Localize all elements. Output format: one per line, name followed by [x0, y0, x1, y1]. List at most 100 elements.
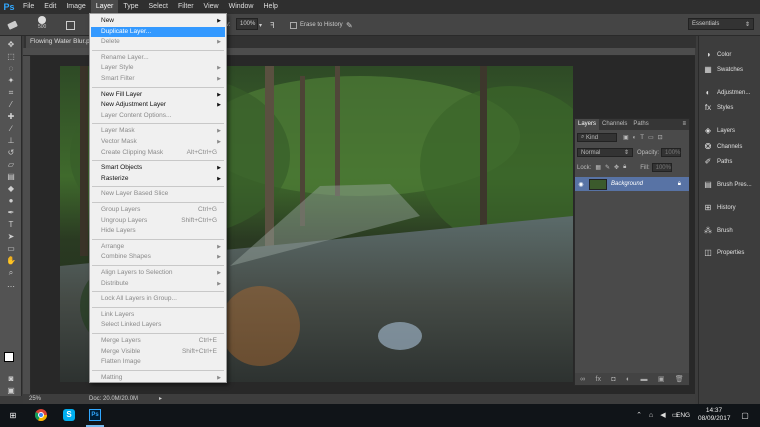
new-layer-icon[interactable]: ▣: [658, 375, 665, 383]
visibility-eye-icon[interactable]: ◉: [575, 181, 587, 188]
menu-item-flatten-image[interactable]: Flatten Image: [91, 357, 225, 367]
menu-item-smart-filter[interactable]: Smart Filter ▶: [91, 74, 225, 84]
lock-all-icon[interactable]: 🔒︎: [623, 164, 626, 171]
menu-item-layer-mask[interactable]: Layer Mask ▶: [91, 126, 225, 136]
clock[interactable]: 14:37 08/09/2017: [698, 407, 731, 423]
dock-item-styles[interactable]: fx Styles: [703, 101, 759, 115]
erase-to-history-toggle[interactable]: Erase to History: [290, 18, 343, 32]
menu-item-rename-layer[interactable]: Rename Layer...: [91, 53, 225, 63]
eraser-tool-icon[interactable]: ▱: [5, 160, 17, 170]
menu-item-distribute[interactable]: Distribute ▶: [91, 279, 225, 289]
menu-view[interactable]: View: [199, 0, 224, 14]
dock-item-swatches[interactable]: ▦ Swatches: [703, 63, 759, 77]
quick-mask-icon[interactable]: ◙: [5, 374, 17, 384]
new-group-icon[interactable]: ▬: [641, 376, 648, 383]
menu-help[interactable]: Help: [259, 0, 283, 14]
lasso-tool-icon[interactable]: ◌: [5, 64, 17, 74]
menu-filter[interactable]: Filter: [173, 0, 199, 14]
workspace-switcher[interactable]: Essentials ⇕: [688, 18, 754, 30]
brush-panel-toggle-icon[interactable]: [66, 18, 75, 32]
blur-tool-icon[interactable]: ◆: [5, 184, 17, 194]
erase-to-history-checkbox[interactable]: [290, 21, 297, 29]
dock-item-layers[interactable]: ◈ Layers: [703, 124, 759, 138]
photoshop-taskbar-icon[interactable]: Ps: [88, 408, 102, 422]
menu-select[interactable]: Select: [144, 0, 173, 14]
skype-icon[interactable]: S: [62, 408, 76, 422]
lock-pixels-icon[interactable]: ✎: [605, 164, 610, 171]
menu-item-rasterize[interactable]: Rasterize ▶: [91, 174, 225, 184]
filter-pixel-icon[interactable]: ▣: [623, 134, 629, 141]
airbrush-icon[interactable]: ꟻ: [270, 18, 275, 32]
menu-item-select-linked-layers[interactable]: Select Linked Layers: [91, 320, 225, 330]
menu-item-matting[interactable]: Matting ▶: [91, 373, 225, 383]
more-tools-icon[interactable]: ⋯: [5, 282, 17, 292]
layer-name[interactable]: Background: [611, 181, 643, 187]
foreground-color-swatch[interactable]: [4, 352, 14, 362]
windows-start-icon[interactable]: ⊞: [6, 408, 20, 422]
menu-item-vector-mask[interactable]: Vector Mask ▶: [91, 137, 225, 147]
menu-file[interactable]: File: [18, 0, 39, 14]
layer-row-background[interactable]: ◉ Background 🔒︎: [575, 177, 689, 191]
brush-size-picker[interactable]: 500: [38, 16, 46, 30]
fill-input[interactable]: 100%: [651, 163, 672, 172]
dock-item-channels[interactable]: ❂ Channels: [703, 140, 759, 154]
new-adjustment-icon[interactable]: ◐: [626, 376, 630, 383]
link-layers-icon[interactable]: ∞: [580, 376, 585, 383]
dock-item-properties[interactable]: ◫ Properties: [703, 246, 759, 260]
move-tool-icon[interactable]: ✥: [5, 40, 17, 50]
healing-brush-tool-icon[interactable]: ✚: [5, 112, 17, 122]
menu-item-merge-layers[interactable]: Merge Layers Ctrl+E: [91, 336, 225, 346]
shape-tool-icon[interactable]: ▭: [5, 244, 17, 254]
menu-item-hide-layers[interactable]: Hide Layers: [91, 226, 225, 236]
dock-item-color[interactable]: ◑ Color: [703, 48, 759, 62]
tab-channels[interactable]: Channels: [599, 119, 630, 130]
menu-item-layer-style[interactable]: Layer Style ▶: [91, 63, 225, 73]
menu-item-duplicate-layer[interactable]: Duplicate Layer...: [91, 26, 225, 37]
opacity-input[interactable]: 100%: [661, 148, 682, 157]
tab-paths[interactable]: Paths: [630, 119, 651, 130]
layer-style-icon[interactable]: fx: [596, 376, 601, 383]
menu-type[interactable]: Type: [118, 0, 143, 14]
clone-stamp-tool-icon[interactable]: ⊥: [5, 136, 17, 146]
menu-item-arrange[interactable]: Arrange ▶: [91, 242, 225, 252]
dock-item-adjustments[interactable]: ◐ Adjustmen...: [703, 86, 759, 100]
layer-filter-select[interactable]: ⌕ Kind: [577, 133, 617, 142]
menu-item-layer-content-options[interactable]: Layer Content Options...: [91, 111, 225, 121]
dock-item-brush-presets[interactable]: ▤ Brush Pres...: [703, 178, 759, 192]
panel-menu-icon[interactable]: ≡: [682, 119, 689, 130]
notifications-icon[interactable]: ▢: [738, 408, 752, 422]
path-selection-tool-icon[interactable]: ➤: [5, 232, 17, 242]
filter-type-icon[interactable]: T: [640, 135, 644, 141]
menu-item-align-layers-to-selection[interactable]: Align Layers to Selection ▶: [91, 268, 225, 278]
language-indicator[interactable]: ENG: [676, 412, 690, 419]
lock-position-icon[interactable]: ✥: [614, 164, 619, 171]
menu-item-group-layers[interactable]: Group Layers Ctrl+G: [91, 205, 225, 215]
gradient-tool-icon[interactable]: ▤: [5, 172, 17, 182]
doc-size-info[interactable]: Doc: 20.0M/20.0M: [89, 394, 138, 404]
dock-item-history[interactable]: ⊞ History: [703, 201, 759, 215]
menu-item-new-fill-layer[interactable]: New Fill Layer ▶: [91, 90, 225, 100]
menu-window[interactable]: Window: [224, 0, 259, 14]
blend-mode-select[interactable]: Normal ⇕: [577, 148, 633, 157]
filter-adjustment-icon[interactable]: ◐: [633, 135, 637, 141]
filter-shape-icon[interactable]: ▭: [648, 134, 654, 141]
eraser-tool-preset-icon[interactable]: [6, 18, 20, 32]
menu-item-lock-all-layers-in-group[interactable]: Lock All Layers in Group...: [91, 294, 225, 304]
eyedropper-tool-icon[interactable]: ⁄: [5, 100, 17, 110]
menu-layer[interactable]: Layer: [90, 0, 119, 14]
status-menu-arrow-icon[interactable]: ▸: [159, 394, 162, 404]
type-tool-icon[interactable]: T: [5, 220, 17, 230]
zoom-level[interactable]: 25%: [29, 394, 41, 404]
add-mask-icon[interactable]: ◘: [611, 376, 615, 383]
chrome-icon[interactable]: [34, 408, 48, 422]
hand-tool-icon[interactable]: ✋: [5, 256, 17, 266]
lock-transparency-icon[interactable]: ▦: [595, 164, 601, 171]
pressure-size-icon[interactable]: ✎: [346, 18, 353, 32]
menu-item-new[interactable]: New ▶: [91, 16, 225, 26]
menu-item-new-adjustment-layer[interactable]: New Adjustment Layer ▶: [91, 100, 225, 110]
dodge-tool-icon[interactable]: ●: [5, 196, 17, 206]
pen-tool-icon[interactable]: ✒: [5, 208, 17, 218]
menu-item-ungroup-layers[interactable]: Ungroup Layers Shift+Ctrl+G: [91, 216, 225, 226]
history-brush-tool-icon[interactable]: ↺: [5, 148, 17, 158]
flow-input[interactable]: 100%: [236, 18, 258, 30]
